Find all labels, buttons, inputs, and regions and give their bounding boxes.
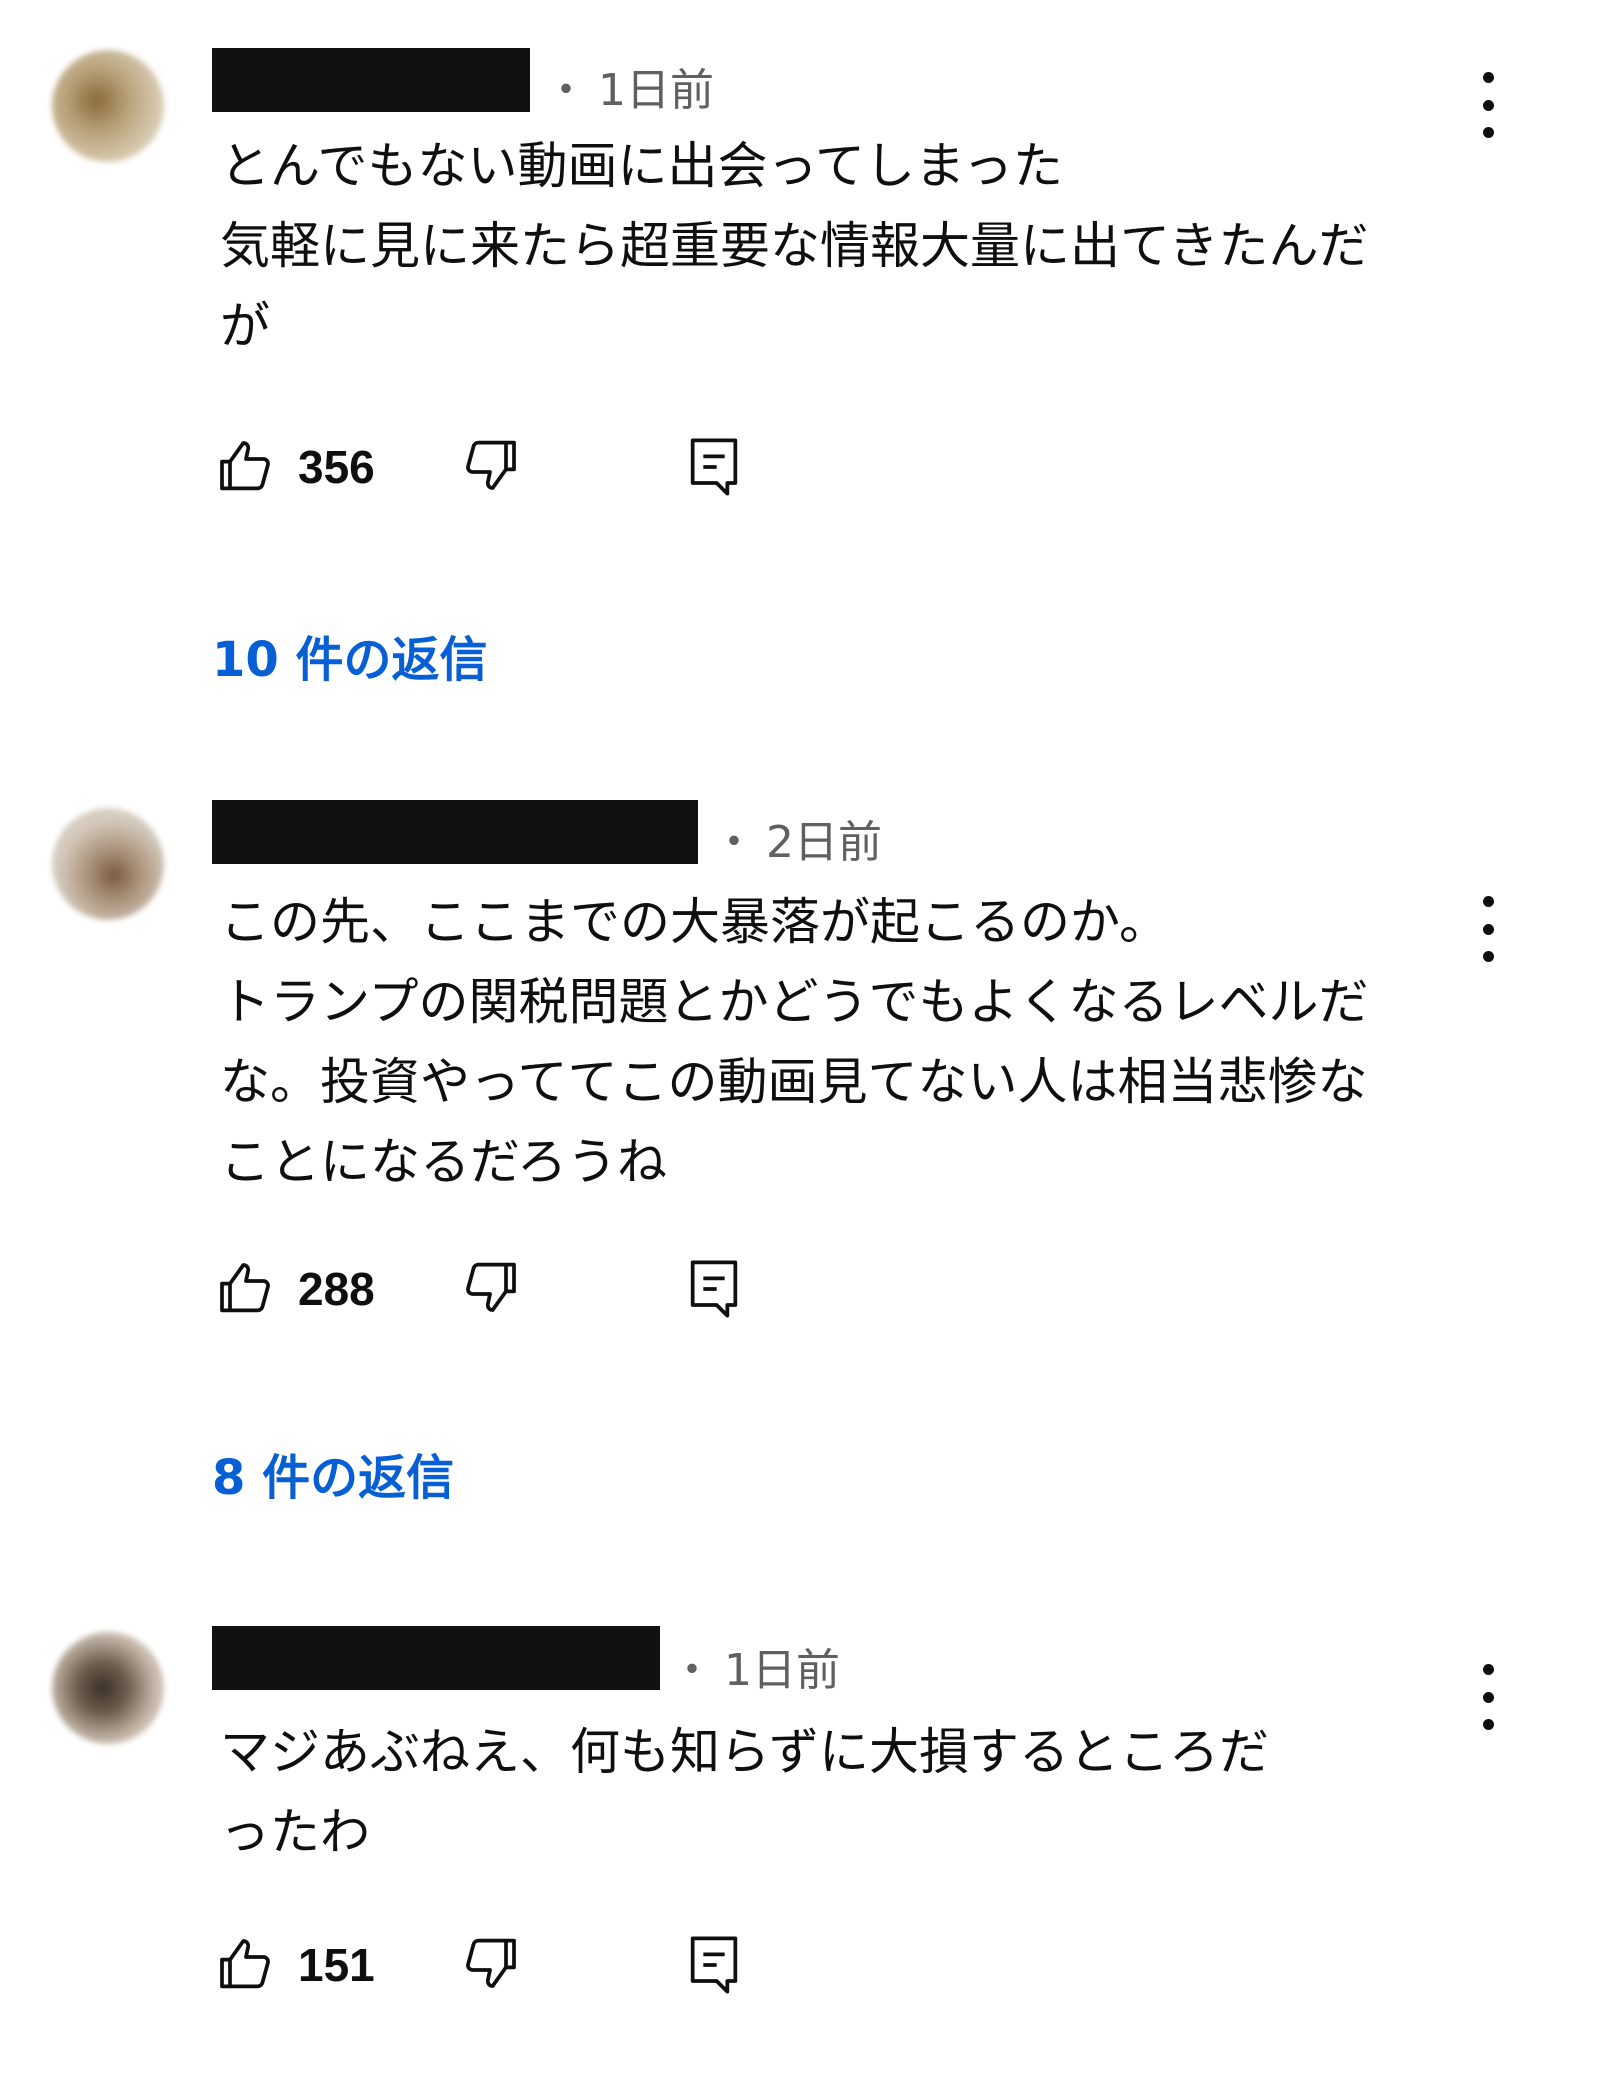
like-count: 151 [298,1939,375,1991]
thumbs-down-icon [466,440,516,490]
thumbs-down-icon [466,1262,516,1312]
thumbs-up-icon [220,1939,270,1989]
redacted-username[interactable] [212,800,698,864]
like-button[interactable]: 288 [214,1254,375,1324]
dislike-button[interactable] [458,1930,522,1998]
comment-reply-icon [690,1936,738,1994]
avatar[interactable] [52,1632,164,1744]
thumbs-down-icon [466,1938,516,1988]
comment-timestamp: ・ 1日前 [670,1645,840,1696]
like-count: 356 [298,441,375,493]
comment-actions: 356 [214,432,774,502]
comment-timestamp: ・ 2日前 [712,817,882,868]
avatar[interactable] [52,50,164,162]
avatar[interactable] [52,808,164,920]
reply-button[interactable] [682,432,746,506]
redacted-username[interactable] [212,1626,660,1690]
like-count: 288 [298,1263,375,1315]
thumbs-up-icon [220,1263,270,1313]
comment-timestamp: ・ 1日前 [544,65,714,116]
comment-text: とんでもない動画に出会ってしまった 気軽に見に来たら超重要な情報大量に出てきたん… [220,137,1369,355]
dislike-button[interactable] [458,432,522,500]
thumbs-up-icon [220,441,270,491]
comment-actions: 288 [214,1254,774,1324]
reply-button[interactable] [682,1930,746,2004]
comment-reply-icon [690,1260,738,1318]
like-button[interactable]: 151 [214,1930,375,2000]
comment-text: この先、ここまでの大暴落が起こるのか。 トランプの関税問題とかどうでもよくなるレ… [220,893,1369,1191]
comment-reply-icon [690,438,738,496]
comment-text: マジあぶねえ、何も知らずに大損するところだ ったわ [220,1723,1269,1861]
redacted-username[interactable] [212,48,530,112]
dislike-button[interactable] [458,1254,522,1322]
view-replies-link[interactable]: 10 件の返信 [212,620,488,690]
view-replies-link[interactable]: 8 件の返信 [212,1438,454,1508]
like-button[interactable]: 356 [214,432,375,502]
reply-button[interactable] [682,1254,746,1328]
comment-actions: 151 [214,1930,774,2000]
